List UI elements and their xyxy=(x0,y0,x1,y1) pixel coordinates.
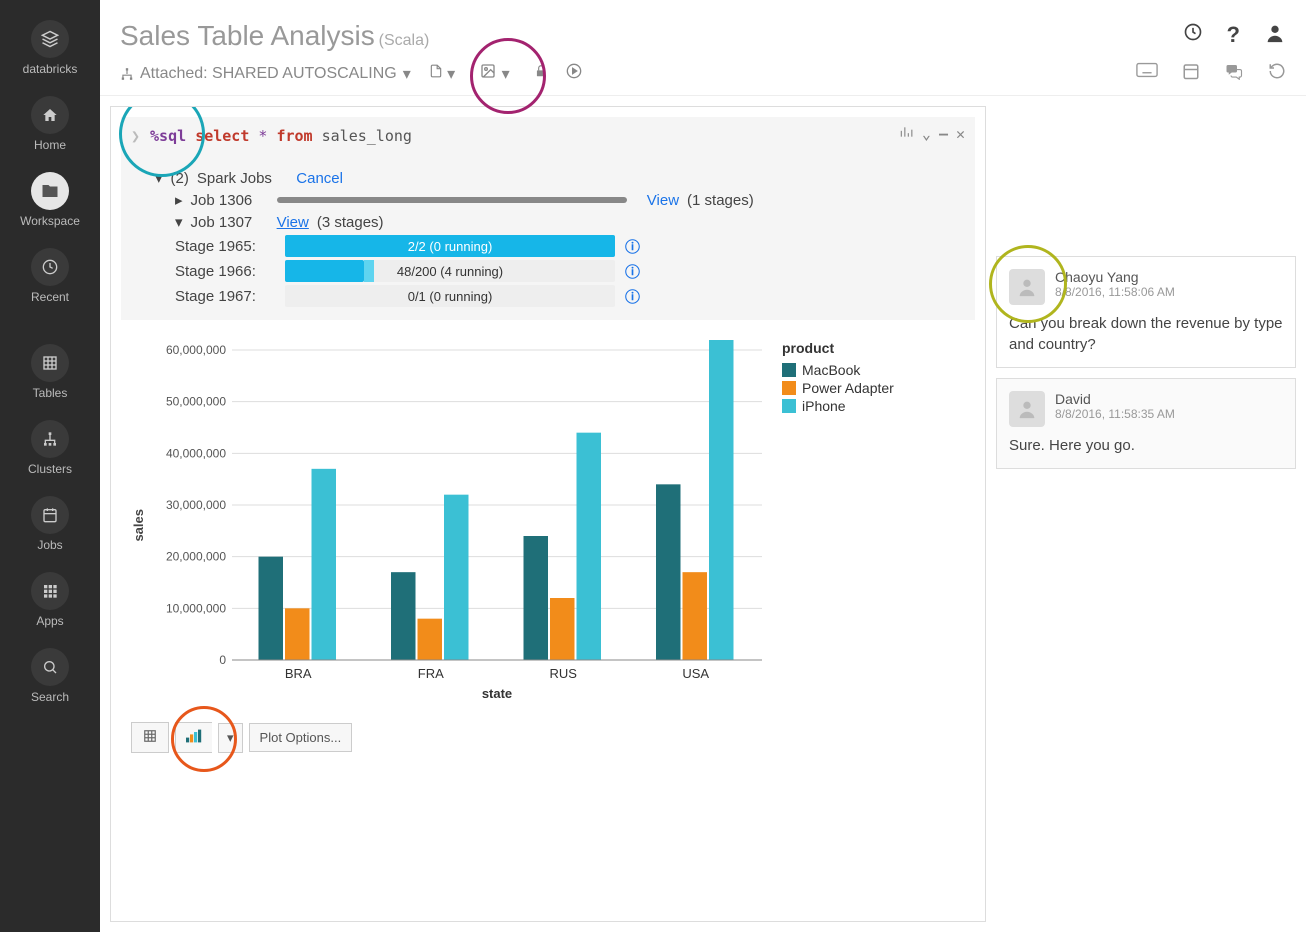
comment-body: Can you break down the revenue by type a… xyxy=(1009,305,1283,355)
sidebar-item-tables[interactable]: Tables xyxy=(31,344,69,400)
chart-view-button[interactable] xyxy=(175,722,212,753)
caret-down-icon: ▾ xyxy=(403,64,411,84)
legend-item: Power Adapter xyxy=(782,380,894,396)
page-title: Sales Table Analysis xyxy=(120,20,375,51)
job-view-link[interactable]: View xyxy=(277,214,309,231)
image-menu-button[interactable]: ▾ xyxy=(473,63,515,84)
history-icon[interactable] xyxy=(1183,22,1203,50)
cancel-link[interactable]: Cancel xyxy=(296,170,343,187)
chevron-down-icon[interactable]: ⌄ xyxy=(922,125,931,143)
svg-text:BRA: BRA xyxy=(285,666,312,681)
chart-legend: product MacBookPower AdapteriPhone xyxy=(782,340,894,710)
sidebar-item-clusters[interactable]: Clusters xyxy=(28,420,72,476)
svg-text:USA: USA xyxy=(682,666,709,681)
chevron-right-icon: ❯ xyxy=(131,127,140,145)
minimize-icon[interactable]: — xyxy=(939,125,948,143)
schedule-icon[interactable] xyxy=(1182,62,1200,85)
header: Sales Table Analysis (Scala) ? xyxy=(100,0,1306,62)
chart-area: sales 0 10,000,000 20,000,000 30,000,000 40,… xyxy=(121,320,975,911)
svg-text:state: state xyxy=(482,686,512,701)
svg-text:60,000,000: 60,000,000 xyxy=(166,343,226,357)
caret-right-icon[interactable]: ▸ xyxy=(175,191,183,209)
comment-author: David xyxy=(1009,391,1283,407)
svg-text:FRA: FRA xyxy=(418,666,444,681)
job-progress-bar xyxy=(277,197,627,203)
toolbar: Attached: SHARED AUTOSCALING ▾ ▾ ▾ xyxy=(100,62,1306,96)
sidebar-item-home[interactable]: Home xyxy=(31,96,69,152)
svg-text:0: 0 xyxy=(219,653,226,667)
brand-label: databricks xyxy=(23,62,78,76)
svg-text:30,000,000: 30,000,000 xyxy=(166,498,226,512)
clock-icon xyxy=(31,248,69,286)
legend-item: MacBook xyxy=(782,362,894,378)
search-icon xyxy=(31,648,69,686)
chart-mini-icon[interactable] xyxy=(898,125,914,143)
stage-progress: 48/200 (4 running) xyxy=(285,260,615,282)
sidebar: databricks Home Workspace Recent Tables xyxy=(0,0,100,932)
info-icon[interactable]: ⓘ xyxy=(625,261,640,282)
close-icon[interactable]: ✕ xyxy=(956,125,965,143)
y-axis-label: sales xyxy=(131,509,146,542)
sidebar-item-jobs[interactable]: Jobs xyxy=(31,496,69,552)
user-icon[interactable] xyxy=(1264,22,1286,50)
avatar-icon xyxy=(1009,269,1045,305)
caret-down-icon[interactable]: ▾ xyxy=(175,213,183,231)
cell-code[interactable]: ❯ %sql select * from sales_long ⌄ — ✕ xyxy=(121,117,975,155)
keyboard-icon[interactable] xyxy=(1136,62,1158,85)
folder-icon xyxy=(31,172,69,210)
comment-time: 8/8/2016, 11:58:35 AM xyxy=(1009,407,1283,421)
revision-history-icon[interactable] xyxy=(1268,62,1286,85)
table-icon xyxy=(31,344,69,382)
stage-progress: 0/1 (0 running) xyxy=(285,285,615,307)
table-view-button[interactable] xyxy=(131,722,169,753)
layers-icon xyxy=(31,20,69,58)
bar-chart: 0 10,000,000 20,000,000 30,000,000 40,000,00… xyxy=(152,340,772,710)
legend-item: iPhone xyxy=(782,398,894,414)
avatar-icon xyxy=(1009,391,1045,427)
spark-jobs-panel: ▾ (2) Spark Jobs Cancel ▸ Job 1306 View … xyxy=(121,155,975,320)
attached-cluster[interactable]: Attached: SHARED AUTOSCALING ▾ xyxy=(120,64,411,84)
home-icon xyxy=(31,96,69,134)
run-all-button[interactable] xyxy=(566,63,582,84)
comment-author: Chaoyu Yang xyxy=(1009,269,1283,285)
stage-progress: 2/2 (0 running) xyxy=(285,235,615,257)
svg-text:40,000,000: 40,000,000 xyxy=(166,446,226,460)
page-language: (Scala) xyxy=(379,32,430,49)
sidebar-item-workspace[interactable]: Workspace xyxy=(20,172,80,228)
sidebar-item-recent[interactable]: Recent xyxy=(31,248,69,304)
sidebar-item-apps[interactable]: Apps xyxy=(31,572,69,628)
comment-time: 8/8/2016, 11:58:06 AM xyxy=(1009,285,1283,299)
sitemap-icon xyxy=(31,420,69,458)
notebook-cell: ❯ %sql select * from sales_long ⌄ — ✕ xyxy=(110,106,986,922)
comments-panel: Chaoyu Yang 8/8/2016, 11:58:06 AM Can yo… xyxy=(996,256,1296,922)
caret-down-icon[interactable]: ▾ xyxy=(155,169,163,187)
plot-options-button[interactable]: Plot Options... xyxy=(249,723,353,752)
file-menu-button[interactable]: ▾ xyxy=(429,63,455,84)
help-icon[interactable]: ? xyxy=(1227,22,1240,50)
info-icon[interactable]: ⓘ xyxy=(625,236,640,257)
job-view-link[interactable]: View xyxy=(647,192,679,209)
sidebar-logo[interactable]: databricks xyxy=(23,20,78,76)
info-icon[interactable]: ⓘ xyxy=(625,286,640,307)
comment-card[interactable]: David 8/8/2016, 11:58:35 AM Sure. Here y… xyxy=(996,378,1296,469)
chart-dropdown-button[interactable]: ▾ xyxy=(218,723,243,753)
comments-icon[interactable] xyxy=(1224,62,1244,85)
grid-icon xyxy=(31,572,69,610)
comment-card[interactable]: Chaoyu Yang 8/8/2016, 11:58:06 AM Can yo… xyxy=(996,256,1296,368)
svg-text:20,000,000: 20,000,000 xyxy=(166,550,226,564)
lock-icon[interactable] xyxy=(534,63,548,84)
calendar-icon xyxy=(31,496,69,534)
svg-text:10,000,000: 10,000,000 xyxy=(166,601,226,615)
comment-body: Sure. Here you go. xyxy=(1009,427,1283,456)
sidebar-item-search[interactable]: Search xyxy=(31,648,69,704)
svg-text:RUS: RUS xyxy=(550,666,578,681)
svg-text:50,000,000: 50,000,000 xyxy=(166,395,226,409)
